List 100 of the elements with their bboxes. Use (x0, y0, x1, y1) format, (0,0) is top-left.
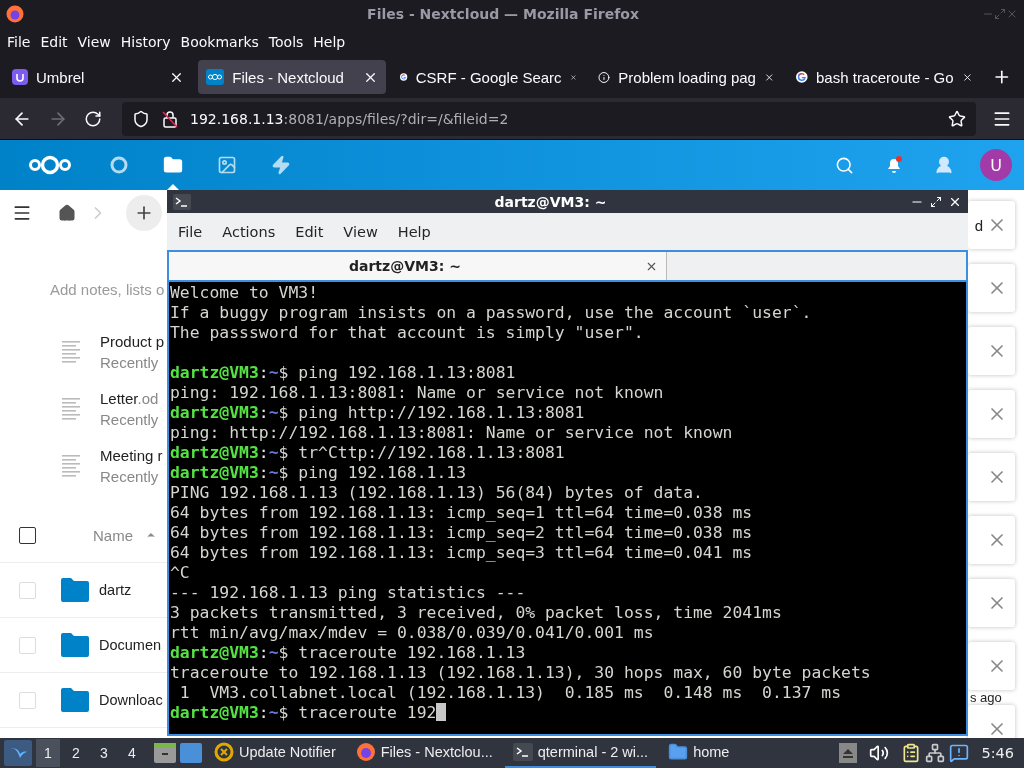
notification-card: d (968, 201, 1015, 249)
prompt-user: dartz@VM3 (170, 363, 259, 382)
terminal-icon (173, 193, 191, 210)
prompt-colon: : (258, 703, 269, 722)
prompt-colon: : (258, 363, 269, 382)
command-text: $ ping 192.168.1.13:8081 (278, 363, 516, 382)
image-icon[interactable] (217, 155, 237, 175)
window-title: dartz@VM3: ~ (493, 193, 608, 210)
user-avatar[interactable]: U (980, 149, 1012, 181)
desktop-button[interactable]: 3 (92, 739, 116, 767)
terminal-output: ^C (170, 563, 190, 582)
volume-icon[interactable] (869, 743, 890, 763)
taskbar-button[interactable]: home (660, 738, 738, 768)
prompt-path: ~ (268, 363, 279, 382)
menu-item[interactable]: Edit (35, 34, 73, 50)
prompt-user: dartz@VM3 (170, 403, 259, 422)
menu-item[interactable]: View (72, 34, 116, 50)
terminal-tab[interactable]: dartz@VM3: ~ (169, 252, 667, 280)
menu-item[interactable]: Edit (288, 223, 331, 240)
file-name[interactable]: Meeting r (100, 446, 163, 464)
prompt-user: dartz@VM3 (170, 703, 259, 722)
terminal-icon (512, 743, 533, 761)
window-title: Files - Nextcloud — Mozilla Firefox (366, 6, 640, 22)
lightning-icon[interactable] (271, 155, 291, 175)
terminal-output: If a buggy program insists on a password, use the account `user`. (170, 303, 812, 322)
reload-icon[interactable] (84, 109, 102, 128)
start-menu-icon[interactable] (4, 740, 32, 766)
prompt-path: ~ (268, 643, 279, 662)
clipboard-icon[interactable] (901, 743, 922, 763)
terminal-output: 64 bytes from 192.168.1.13: icmp_seq=3 ttl=64 time=0.041 ms (170, 543, 753, 562)
desktop-button[interactable]: 4 (120, 739, 144, 767)
command-text: $ tr^Cttp://192.168.1.13:8081 (278, 443, 565, 462)
command-text: $ traceroute 192.168.1.13 (278, 643, 526, 662)
file-name[interactable]: Letter.od (100, 389, 159, 407)
prompt-user: dartz@VM3 (170, 643, 259, 662)
home-icon[interactable] (58, 204, 76, 222)
new-button[interactable] (126, 195, 162, 231)
maximize-icon[interactable] (930, 195, 942, 208)
terminal-output: 3 packets transmitted, 3 received, 0% packet loss, time 2041ms (170, 603, 782, 622)
circle-icon[interactable] (109, 155, 129, 175)
file-manager-icon[interactable] (154, 743, 176, 763)
browser-tab[interactable]: bash traceroute - Go (788, 60, 981, 94)
google-icon (796, 69, 808, 85)
folder-icon (61, 578, 89, 602)
desktop-button[interactable]: 1 (36, 739, 60, 767)
checkbox[interactable] (19, 526, 36, 544)
prompt-colon: : (258, 463, 269, 482)
menu-icon[interactable] (12, 203, 32, 223)
search-icon[interactable] (835, 155, 854, 175)
terminal-output: 64 bytes from 192.168.1.13: icmp_seq=1 ttl=64 time=0.038 ms (170, 503, 753, 522)
network-icon[interactable] (925, 743, 946, 763)
folder-name[interactable]: dartz (99, 582, 132, 598)
time-text: s ago (969, 690, 1003, 705)
desktop-button[interactable]: 2 (64, 739, 88, 767)
browser-tab[interactable]: Problem loading pag (590, 60, 783, 94)
shield-icon[interactable] (132, 109, 150, 128)
menu-item[interactable]: Help (308, 34, 351, 50)
menu-item[interactable]: Actions (215, 223, 283, 240)
folder-icon[interactable] (163, 155, 183, 175)
command-text: $ ping http://192.168.1.13:8081 (278, 403, 585, 422)
menu-item[interactable]: File (2, 34, 36, 50)
firefox-icon (6, 5, 24, 23)
umbrel-icon (12, 69, 28, 85)
notification-icon[interactable] (949, 743, 970, 763)
prompt-user: dartz@VM3 (170, 443, 259, 462)
taskbar-button[interactable]: Files - Nextclou... (347, 738, 501, 768)
menu-item[interactable]: File (171, 223, 210, 240)
folder-icon (668, 742, 689, 762)
prompt-path: ~ (268, 443, 279, 462)
browser-tab[interactable]: CSRF - Google Searc (392, 60, 585, 94)
folder-icon (61, 688, 89, 712)
name-column-header[interactable]: Name (93, 526, 133, 544)
terminal-output: ping: 192.168.1.13:8081: Name or service not known (170, 383, 664, 402)
prompt-colon: : (258, 443, 269, 462)
command-text: $ traceroute 192 (278, 703, 437, 722)
insecure-lock-icon[interactable] (162, 109, 178, 128)
browser-tab[interactable]: Files - Nextcloud (198, 60, 387, 94)
prompt-path: ~ (268, 463, 279, 482)
update-icon (214, 742, 234, 762)
star-icon[interactable] (948, 109, 966, 128)
menu-item[interactable]: View (336, 223, 385, 240)
folder-icon (61, 633, 89, 657)
command-text: $ ping 192.168.1.13 (278, 463, 467, 482)
browser-tab[interactable]: Umbrel (4, 60, 193, 94)
taskbar-button[interactable]: Update Notifier (206, 738, 344, 768)
file-name[interactable]: Product p (100, 332, 165, 350)
folder-name[interactable]: Downloac (99, 692, 163, 708)
url-field[interactable]: 192.168.1.13:8081/apps/files/?dir=/&fileid=2 (122, 101, 976, 136)
taskbar-button[interactable]: qterminal - 2 wi... (504, 738, 657, 768)
prompt-colon: : (258, 403, 269, 422)
menu-item[interactable]: Tools (263, 34, 309, 50)
menu-item[interactable]: Bookmarks (175, 34, 264, 50)
prompt-path: ~ (268, 403, 279, 422)
firefox-icon (355, 742, 376, 762)
terminal-output: 64 bytes from 192.168.1.13: icmp_seq=2 ttl=64 time=0.038 ms (170, 523, 753, 542)
folder-name[interactable]: Documen (99, 637, 162, 653)
eject-icon[interactable] (839, 743, 858, 763)
menu-item[interactable]: Help (390, 223, 438, 240)
menu-item[interactable]: History (115, 34, 176, 50)
terminal-output: traceroute to 192.168.1.13 (192.168.1.13), 30 hops max, 60 byte packets (170, 663, 871, 682)
